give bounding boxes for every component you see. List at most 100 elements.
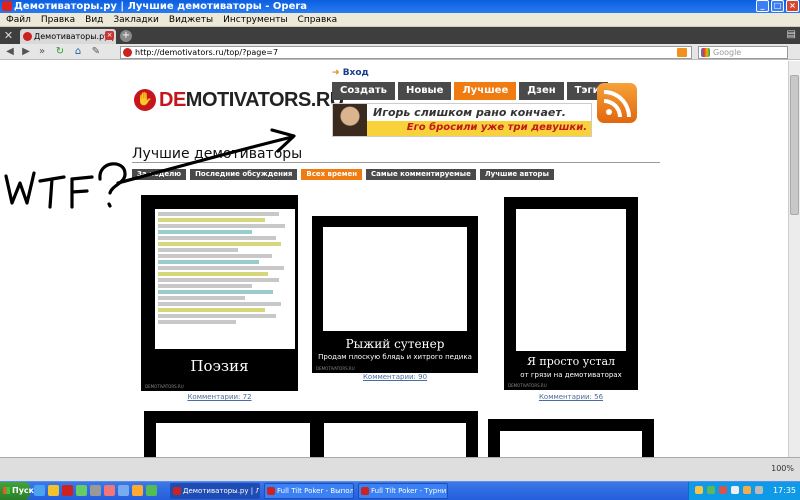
tray-icon[interactable] (743, 486, 751, 494)
home-icon[interactable]: ⌂ (72, 46, 84, 58)
poster-image (500, 431, 642, 457)
tray-icon[interactable] (719, 486, 727, 494)
opera-icon (173, 487, 181, 495)
poker-icon (361, 487, 369, 495)
quicklaunch-app-icon[interactable] (76, 485, 87, 496)
vertical-scrollbar[interactable] (788, 61, 800, 457)
quicklaunch-app-icon[interactable] (146, 485, 157, 496)
login-link[interactable]: Вход (332, 68, 369, 78)
page-viewport: ✋ DEMOTIVATORS.RU Вход Создать Новые Луч… (0, 61, 788, 457)
taskbar-item-opera[interactable]: Демотиваторы.ру | Лу... (170, 483, 260, 499)
poster-subtitle: Продам плоскую блядь и хитрого педика (318, 353, 472, 361)
poster-card[interactable] (488, 419, 654, 457)
rss-icon[interactable] (597, 83, 637, 123)
address-bar[interactable]: http://demotivators.ru/top/?page=7 (120, 46, 692, 59)
poster-watermark: DEMOTIVATORS.RU (316, 366, 355, 371)
main-nav: Создать Новые Лучшее Дзен Тэги (332, 82, 608, 100)
quicklaunch-app-icon[interactable] (118, 485, 129, 496)
wand-icon[interactable]: ✎ (90, 46, 102, 58)
promo-banner[interactable]: Игорь слишком рано кончает. Его бросили … (332, 103, 592, 137)
speaker-icon[interactable] (755, 486, 763, 494)
tray-icon[interactable] (695, 486, 703, 494)
scrollbar-thumb[interactable] (790, 75, 799, 215)
status-bar: 100% (0, 457, 800, 481)
promo-line-2: Его бросили уже три девушки. (406, 122, 587, 133)
minimize-icon[interactable]: _ (756, 0, 769, 12)
stop-hand-icon: ✋ (134, 89, 156, 111)
tab-list-icon[interactable]: ▤ (787, 29, 796, 40)
fast-forward-icon[interactable]: » (36, 46, 48, 58)
tray-icon[interactable] (731, 486, 739, 494)
taskbar-item-label: Демотиваторы.ру | Лу... (183, 487, 259, 495)
poster-comments-link[interactable]: Комментарии: 90 (312, 373, 478, 381)
maximize-icon[interactable]: □ (771, 0, 784, 12)
menu-tools[interactable]: Инструменты (223, 13, 287, 26)
poster-card[interactable]: Рыжий сутенер Продам плоскую блядь и хит… (312, 216, 478, 373)
quicklaunch-opera-icon[interactable] (62, 485, 73, 496)
nav-zen[interactable]: Дзен (519, 82, 564, 100)
close-icon[interactable]: × (786, 0, 799, 12)
start-button[interactable]: Пуск (0, 482, 34, 500)
taskbar-item-poker-1[interactable]: Full Tilt Poker - Выполне... (264, 483, 354, 499)
menu-widgets[interactable]: Виджеты (169, 13, 213, 26)
nav-new[interactable]: Новые (397, 82, 452, 100)
forward-icon[interactable]: ▶ (20, 46, 32, 58)
windows-taskbar: Пуск Демотиваторы.ру | Лу... Full Tilt P… (0, 481, 800, 500)
poster-image (323, 227, 467, 331)
quicklaunch-app-icon[interactable] (132, 485, 143, 496)
tab-bar: ✕ Демотиваторы.ру | Лу... × + ▤ (0, 27, 800, 44)
poster-card[interactable]: Я просто устал от грязи на демотиваторах… (504, 197, 638, 390)
tools-icon[interactable]: ✕ (2, 29, 15, 42)
navigation-bar: ◀ ▶ » ↻ ⌂ ✎ http://demotivators.ru/top/?… (0, 44, 800, 60)
zoom-level[interactable]: 100% (771, 464, 794, 473)
poster-card[interactable] (144, 411, 322, 457)
site-logo[interactable]: ✋ DEMOTIVATORS.RU (134, 87, 344, 113)
nav-best[interactable]: Лучшее (454, 82, 517, 100)
poster-comments-link[interactable]: Комментарии: 72 (141, 393, 298, 401)
poster-title: Рыжий сутенер (345, 337, 445, 351)
back-icon[interactable]: ◀ (4, 46, 16, 58)
site-info-icon[interactable] (123, 48, 132, 57)
subnav-all-time[interactable]: Всех времен (301, 169, 363, 180)
poker-icon (267, 487, 275, 495)
menu-edit[interactable]: Правка (41, 13, 75, 26)
promo-photo (333, 104, 367, 136)
nav-create[interactable]: Создать (332, 82, 395, 100)
menu-file[interactable]: Файл (6, 13, 31, 26)
google-icon (701, 48, 710, 57)
address-url: http://demotivators.ru/top/?page=7 (135, 48, 279, 57)
clock[interactable]: 17:35 (773, 486, 796, 495)
window-controls: _ □ × (756, 0, 799, 12)
quicklaunch-app-icon[interactable] (104, 485, 115, 496)
taskbar-item-poker-2[interactable]: Full Tilt Poker - Турнир 1... (358, 483, 448, 499)
promo-line-1: Игорь слишком рано кончает. (373, 106, 566, 119)
subnav-most-commented[interactable]: Самые комментируемые (366, 169, 476, 180)
poster-card[interactable]: Поэзия DEMOTIVATORS.RU (141, 195, 298, 391)
menu-view[interactable]: Вид (85, 13, 103, 26)
logo-prefix: DE (159, 88, 186, 111)
quicklaunch-app-icon[interactable] (90, 485, 101, 496)
subnav-best-authors[interactable]: Лучшие авторы (479, 169, 554, 180)
quicklaunch-folder-icon[interactable] (48, 485, 59, 496)
tab-demotivators[interactable]: Демотиваторы.ру | Лу... × (20, 29, 116, 44)
search-placeholder: Google (713, 48, 742, 57)
new-tab-icon[interactable]: + (120, 30, 132, 42)
poster-comments-link[interactable]: Комментарии: 56 (504, 393, 638, 401)
poster-subtitle: от грязи на демотиваторах (520, 371, 622, 379)
menu-help[interactable]: Справка (298, 13, 338, 26)
tab-close-icon[interactable]: × (105, 31, 114, 40)
menu-bar: Файл Правка Вид Закладки Виджеты Инструм… (0, 13, 800, 27)
poster-image (156, 423, 310, 457)
poster-image (324, 423, 466, 457)
feed-icon[interactable] (677, 48, 687, 57)
reload-icon[interactable]: ↻ (54, 46, 66, 58)
poster-image (155, 209, 295, 349)
opera-app-icon (2, 1, 12, 11)
tray-icon[interactable] (707, 486, 715, 494)
quicklaunch-ie-icon[interactable] (34, 485, 45, 496)
poster-card[interactable] (312, 411, 478, 457)
menu-bookmarks[interactable]: Закладки (113, 13, 159, 26)
search-input[interactable]: Google (698, 46, 788, 59)
system-tray: 17:35 (688, 482, 800, 500)
poster-watermark: DEMOTIVATORS.RU (145, 384, 184, 389)
